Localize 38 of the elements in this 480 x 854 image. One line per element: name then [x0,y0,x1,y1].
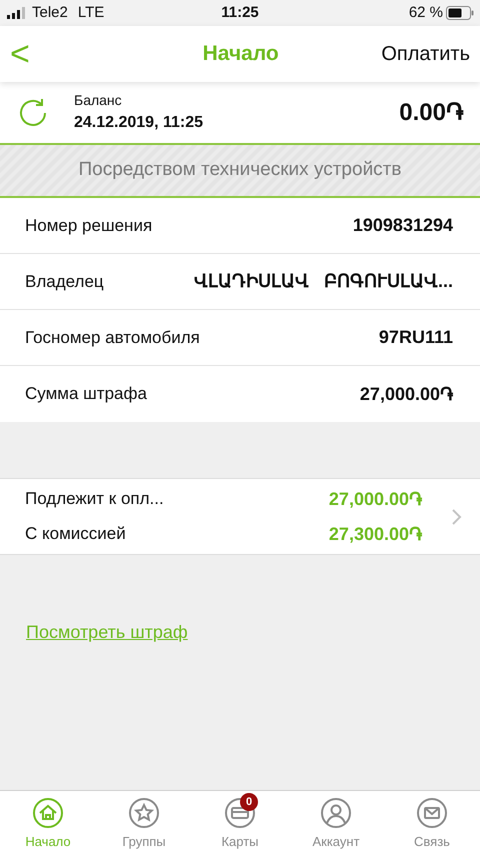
balance-label: Баланс [74,91,123,110]
tab-item[interactable]: Аккаунт [288,791,384,854]
person-icon [320,797,352,829]
detail-value: 97RU111 [378,326,453,349]
detail-value: 1909831294 [352,214,453,237]
tab-item[interactable]: Начало [0,791,96,854]
back-button[interactable]: < [10,37,40,71]
clock: 11:25 [221,2,259,23]
detail-value: ՎԼԱԴԻՍԼԱՎ ԲՈԳՈՒՍԼԱՎ... [192,270,453,293]
detail-label: Владелец [25,270,104,293]
notification-badge: 0 [240,793,258,811]
signal-icon [6,7,28,19]
payment-amount: 27,000.00֏ [328,488,422,510]
carrier-name: Tele2 [32,2,68,23]
home-icon [32,797,64,829]
chevron-icon [452,508,462,524]
payment-label: С комиссией [25,522,127,544]
payment-amount: 27,300.00֏ [328,522,422,546]
battery-icon [446,6,474,20]
balance-date: 24.12.2019, 11:25 [74,113,204,133]
envelope-icon [416,797,448,829]
payment-row[interactable]: Подлежит к опл... 27,000.00֏ С комиссией 27,300.00֏ [0,479,480,555]
detail-label: Госномер автомобиля [25,326,200,349]
tab-item[interactable]: 0 Карты [192,791,288,854]
battery-percent: 62 % [408,2,444,23]
tab-item[interactable]: Связь [384,791,480,854]
view-fine-link[interactable]: Посмотреть штраф [26,622,188,642]
section-title: Посредством технических устройств [78,158,402,182]
tab-item[interactable]: Группы [96,791,192,854]
card-icon [224,797,256,829]
network-type: LTE [78,2,104,23]
balance-amount: 0.00֏ [399,98,464,128]
detail-label: Номер решения [25,214,152,237]
detail-value: 27,000.00֏ [358,382,453,406]
screen-title: Начало [202,41,280,68]
detail-label: Сумма штрафа [25,383,147,406]
pay-button[interactable]: Оплатить [381,39,470,69]
payment-label: Подлежит к опл... [25,488,165,510]
